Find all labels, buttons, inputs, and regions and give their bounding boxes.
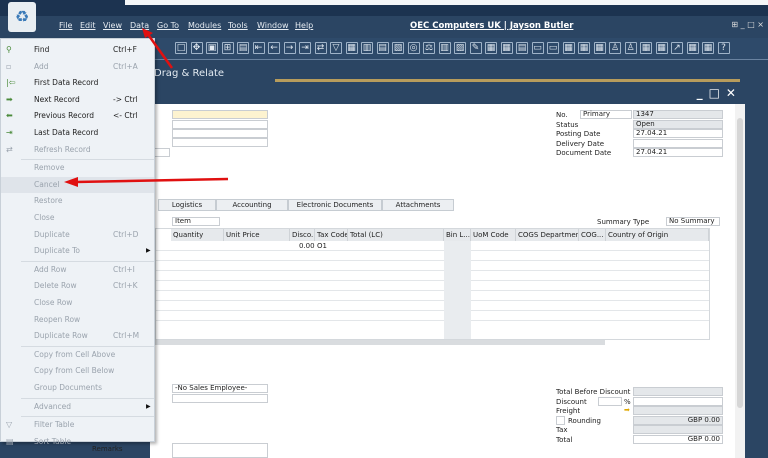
arrow-to-data-menu — [145, 32, 174, 69]
annotation-arrows — [64, 28, 229, 187]
arrow-head — [142, 28, 153, 38]
arrow-head — [64, 177, 78, 187]
arrow-to-cancel — [74, 177, 229, 184]
